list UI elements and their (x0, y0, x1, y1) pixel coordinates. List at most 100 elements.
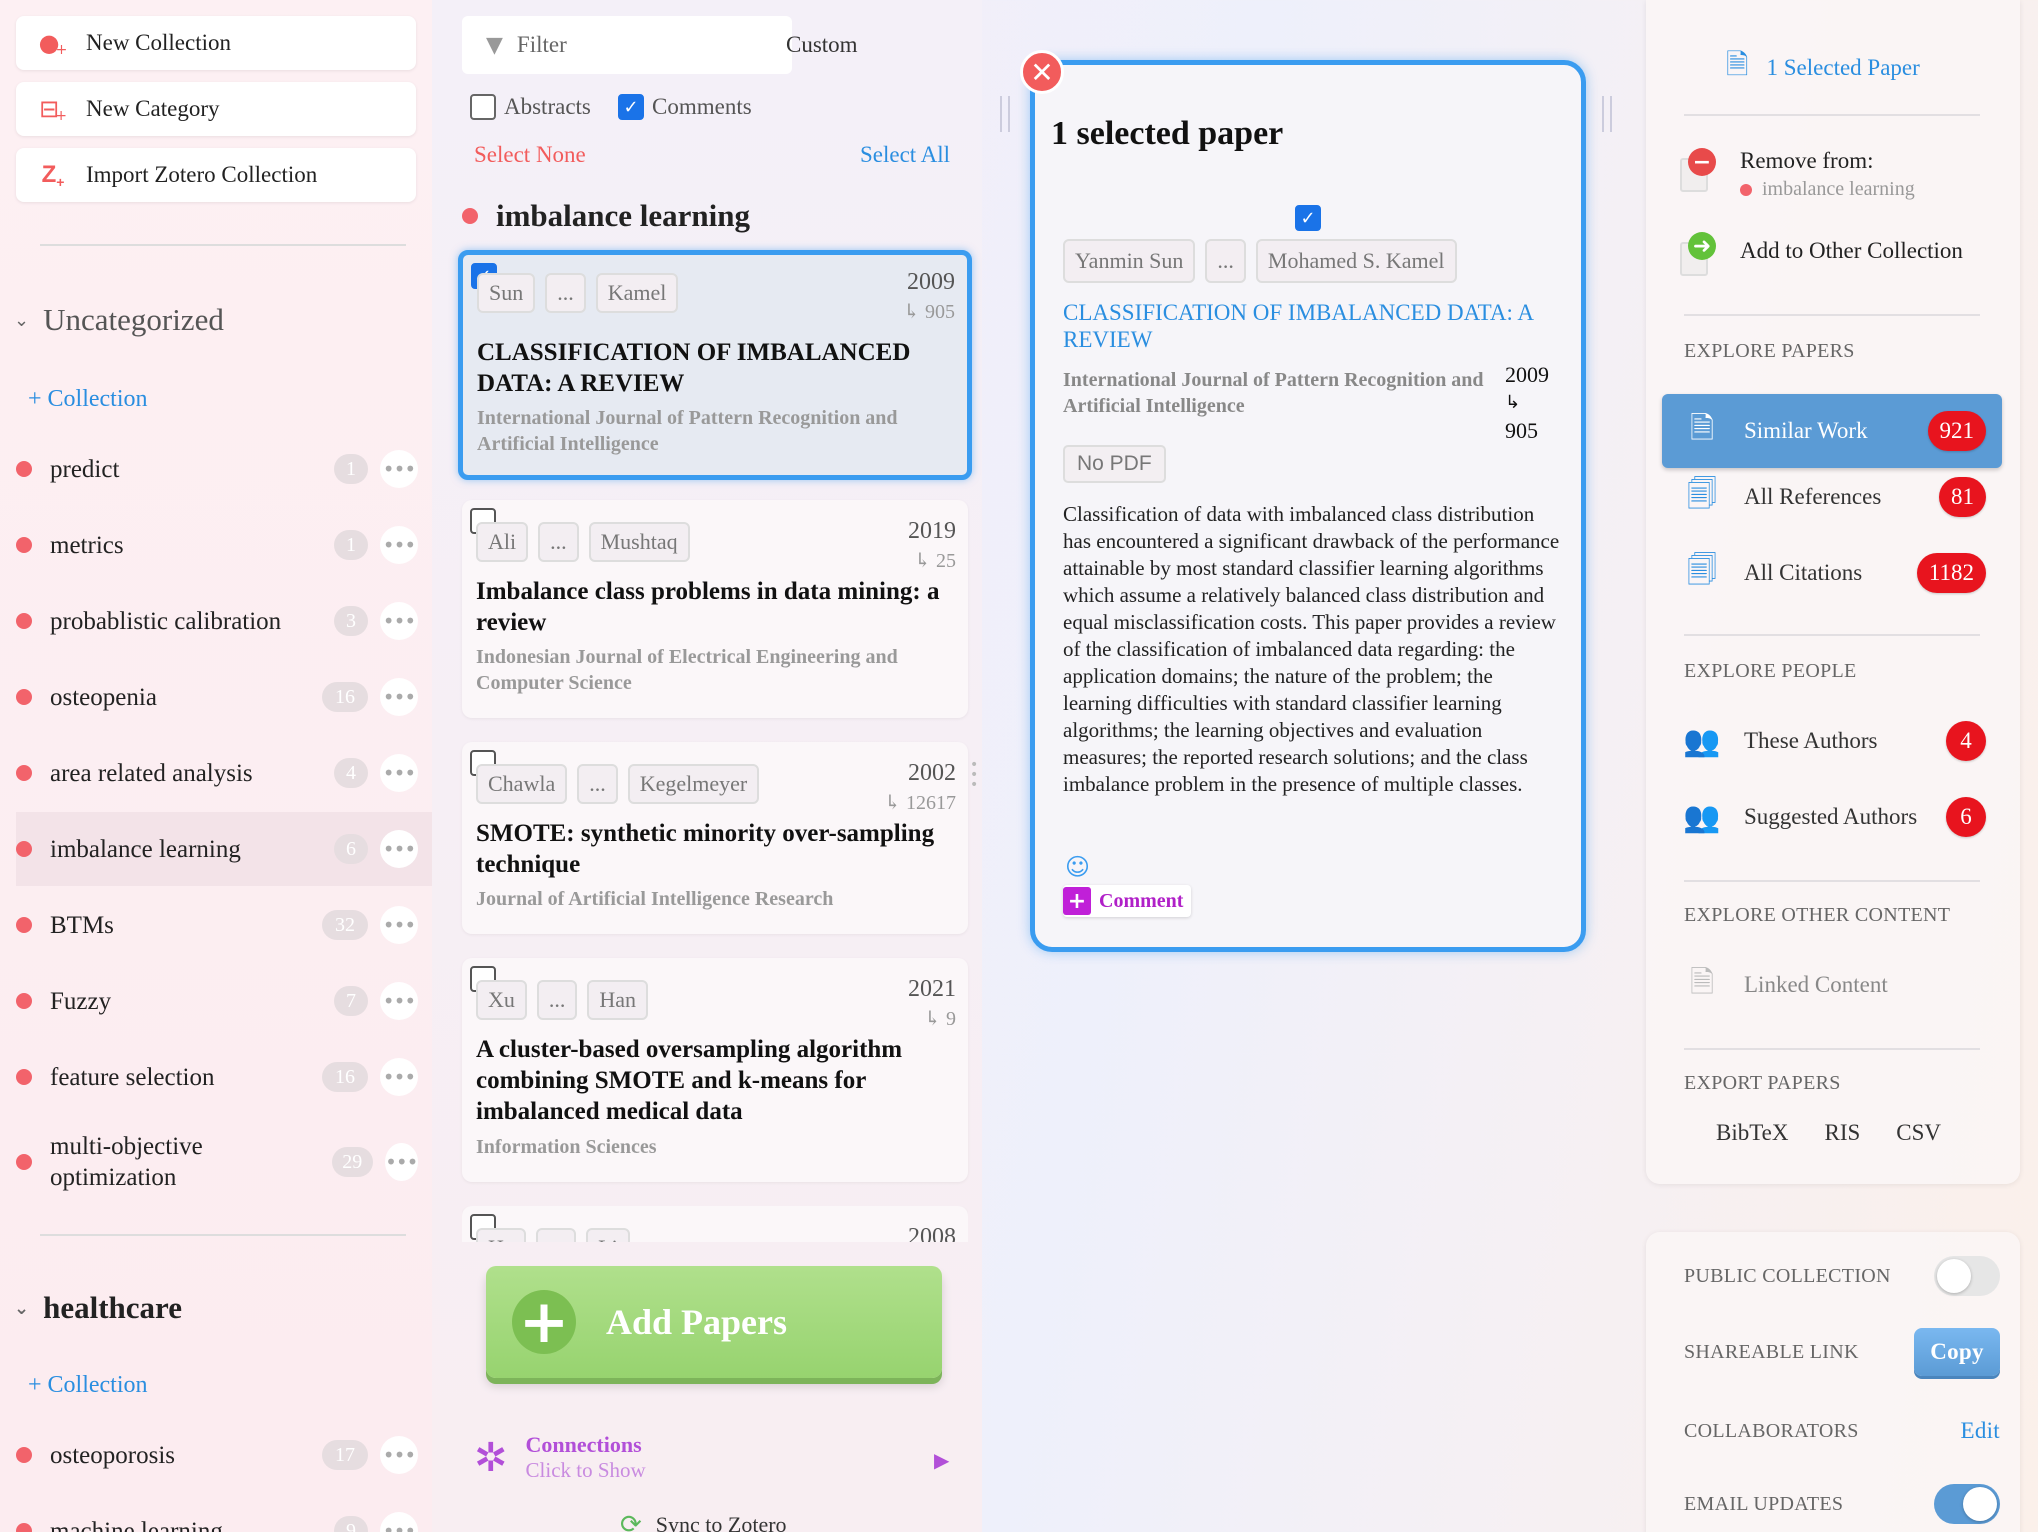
add-collection-link[interactable]: + Collection (28, 386, 148, 413)
filter-placeholder: Filter (516, 32, 567, 57)
sync-zotero-button[interactable]: ⟳ Sync to Zotero (620, 1510, 787, 1532)
more-authors-tag[interactable]: ... (577, 764, 618, 804)
last-author-tag[interactable]: Mohamed S. Kamel (1255, 239, 1457, 283)
sidebar-item-feature-selection[interactable]: feature selection 16 ••• (16, 1040, 432, 1114)
more-options-icon[interactable]: ••• (380, 526, 418, 564)
similar-work-button[interactable]: 🗎 Similar Work 921 (1662, 394, 2002, 468)
sidebar-item-label: probablistic calibration (50, 607, 282, 635)
more-options-icon[interactable]: ••• (380, 982, 418, 1020)
paper-card[interactable]: Xu ... Han 2021 ↳ 9 A cluster-based over… (462, 958, 968, 1182)
sidebar-item-area-related-analysis[interactable]: area related analysis 4 ••• (16, 736, 432, 810)
filter-input[interactable]: ▼ Filter (462, 16, 792, 74)
copy-button[interactable]: Copy (1914, 1328, 2000, 1376)
resize-handle[interactable] (1000, 96, 1010, 132)
more-authors-tag[interactable]: ... (545, 273, 586, 313)
public-collection-toggle[interactable] (1934, 1256, 2000, 1296)
close-icon[interactable]: ✕ (1020, 50, 1064, 94)
group-title-healthcare[interactable]: ⌄ healthcare (14, 1290, 182, 1326)
add-papers-button[interactable]: + Add Papers (486, 1266, 942, 1378)
more-options-icon[interactable]: ••• (380, 1436, 418, 1474)
linked-content-button[interactable]: 🗎 Linked Content (1662, 948, 2002, 1022)
remove-from-button[interactable]: − Remove from: imbalance learning (1676, 148, 1915, 201)
last-author-tag[interactable]: Han (587, 980, 649, 1020)
chevron-right-icon[interactable]: ▶ (934, 1448, 949, 1472)
more-authors-tag[interactable]: ... (535, 1228, 577, 1242)
first-author-tag[interactable]: Yanmin Sun (1063, 239, 1196, 283)
sidebar-item-predict[interactable]: predict 1 ••• (16, 432, 432, 506)
add-collection-link[interactable]: + Collection (28, 1372, 148, 1399)
paper-title[interactable]: CLASSIFICATION OF IMBALANCED DATA: A REV… (477, 337, 947, 399)
all-citations-button[interactable]: 🗐 All Citations 1182 (1662, 536, 2002, 610)
resize-handle[interactable] (1602, 96, 1612, 132)
panel-divider (1684, 880, 1980, 882)
sidebar-item-osteopenia[interactable]: osteopenia 16 ••• (16, 660, 432, 734)
edit-collaborators-link[interactable]: Edit (1960, 1418, 2000, 1444)
sidebar-item-imbalance-learning[interactable]: imbalance learning 6 ••• (16, 812, 432, 886)
more-options-icon[interactable]: ••• (384, 1143, 418, 1181)
abstracts-toggle[interactable]: Abstracts (470, 94, 591, 120)
paper-title[interactable]: SMOTE: synthetic minority over-sampling … (476, 818, 946, 880)
sidebar-item-probablistic-calibration[interactable]: probablistic calibration 3 ••• (16, 584, 432, 658)
export-csv-button[interactable]: CSV (1896, 1120, 1941, 1146)
first-author-tag[interactable]: Sun (477, 273, 536, 313)
sidebar-item-fuzzy[interactable]: Fuzzy 7 ••• (16, 964, 432, 1038)
more-authors-tag[interactable]: ... (538, 522, 579, 562)
drag-dots-icon[interactable]: • • • (970, 758, 978, 792)
abstracts-checkbox[interactable] (470, 94, 496, 120)
new-collection-button[interactable]: ● + New Collection (16, 16, 416, 70)
select-all-link[interactable]: Select All (860, 142, 950, 168)
select-none-link[interactable]: Select None (474, 142, 586, 168)
similar-work-label: Similar Work (1744, 418, 1868, 443)
more-options-icon[interactable]: ••• (380, 906, 418, 944)
custom-sort-dropdown[interactable]: Custom (786, 32, 858, 58)
connections-button[interactable]: ✲ Connections Click to Show (474, 1432, 646, 1483)
sidebar-item-metrics[interactable]: metrics 1 ••• (16, 508, 432, 582)
detail-checkbox[interactable]: ✓ (1295, 205, 1321, 231)
sidebar-item-machine-learning[interactable]: machine learning 9 ••• (16, 1494, 432, 1532)
comments-checkbox[interactable]: ✓ (618, 94, 644, 120)
email-updates-toggle[interactable] (1934, 1484, 2000, 1524)
new-category-button[interactable]: ⊟ + New Category (16, 82, 416, 136)
count-badge: 17 (322, 1440, 368, 1470)
add-to-other-collection-button[interactable]: ➜ Add to Other Collection (1676, 232, 1963, 278)
export-bibtex-button[interactable]: BibTeX (1716, 1120, 1789, 1146)
paper-card[interactable]: He ... Li 2008 (462, 1206, 968, 1242)
paper-card-selected[interactable]: ✓ Sun ... Kamel 2009 ↳ 905 CLASSIFICATIO… (458, 250, 972, 480)
sidebar: ● + New Collection ⊟ + New Category Z + Imp… (0, 0, 432, 1532)
paper-card-clipped[interactable]: He ... Li 2008 (462, 1206, 968, 1242)
more-authors-tag[interactable]: ... (536, 980, 578, 1020)
detail-title[interactable]: CLASSIFICATION OF IMBALANCED DATA: A REV… (1063, 299, 1563, 353)
first-author-tag[interactable]: He (476, 1228, 526, 1242)
import-zotero-button[interactable]: Z + Import Zotero Collection (16, 148, 416, 202)
more-options-icon[interactable]: ••• (380, 602, 418, 640)
comments-toggle[interactable]: ✓ Comments (618, 94, 752, 120)
export-ris-button[interactable]: RIS (1825, 1120, 1861, 1146)
more-authors-tag[interactable]: ... (1205, 239, 1246, 283)
paper-title[interactable]: Imbalance class problems in data mining:… (476, 576, 946, 638)
sidebar-item-btms[interactable]: BTMs 32 ••• (16, 888, 432, 962)
comment-button[interactable]: + Comment (1063, 885, 1192, 917)
these-authors-button[interactable]: 👥 These Authors 4 (1662, 704, 2002, 778)
suggested-authors-button[interactable]: 👥 Suggested Authors 6 (1662, 780, 2002, 854)
group-title-uncategorized[interactable]: ⌄ Uncategorized (14, 302, 224, 338)
sidebar-item-osteoporosis[interactable]: osteoporosis 17 ••• (16, 1418, 432, 1492)
more-options-icon[interactable]: ••• (380, 830, 418, 868)
first-author-tag[interactable]: Ali (476, 522, 529, 562)
more-options-icon[interactable]: ••• (380, 678, 418, 716)
last-author-tag[interactable]: Mushtaq (588, 522, 690, 562)
paper-card[interactable]: Ali ... Mushtaq 2019 ↳ 25 Imbalance clas… (462, 500, 968, 718)
sync-label: Sync to Zotero (655, 1512, 787, 1532)
more-options-icon[interactable]: ••• (380, 450, 418, 488)
paper-card[interactable]: Chawla ... Kegelmeyer 2002 ↳ 12617 SMOTE… (462, 742, 968, 934)
more-options-icon[interactable]: ••• (380, 1512, 418, 1532)
last-author-tag[interactable]: Kegelmeyer (627, 764, 760, 804)
more-options-icon[interactable]: ••• (380, 1058, 418, 1096)
last-author-tag[interactable]: Li (586, 1228, 630, 1242)
last-author-tag[interactable]: Kamel (595, 273, 679, 313)
first-author-tag[interactable]: Xu (476, 980, 527, 1020)
paper-title[interactable]: A cluster-based oversampling algorithm c… (476, 1034, 946, 1127)
more-options-icon[interactable]: ••• (380, 754, 418, 792)
sidebar-item-multi-objective-optimization[interactable]: multi-objective optimization 29 ••• (16, 1124, 432, 1200)
first-author-tag[interactable]: Chawla (476, 764, 568, 804)
all-references-button[interactable]: 🗐 All References 81 (1662, 460, 2002, 534)
